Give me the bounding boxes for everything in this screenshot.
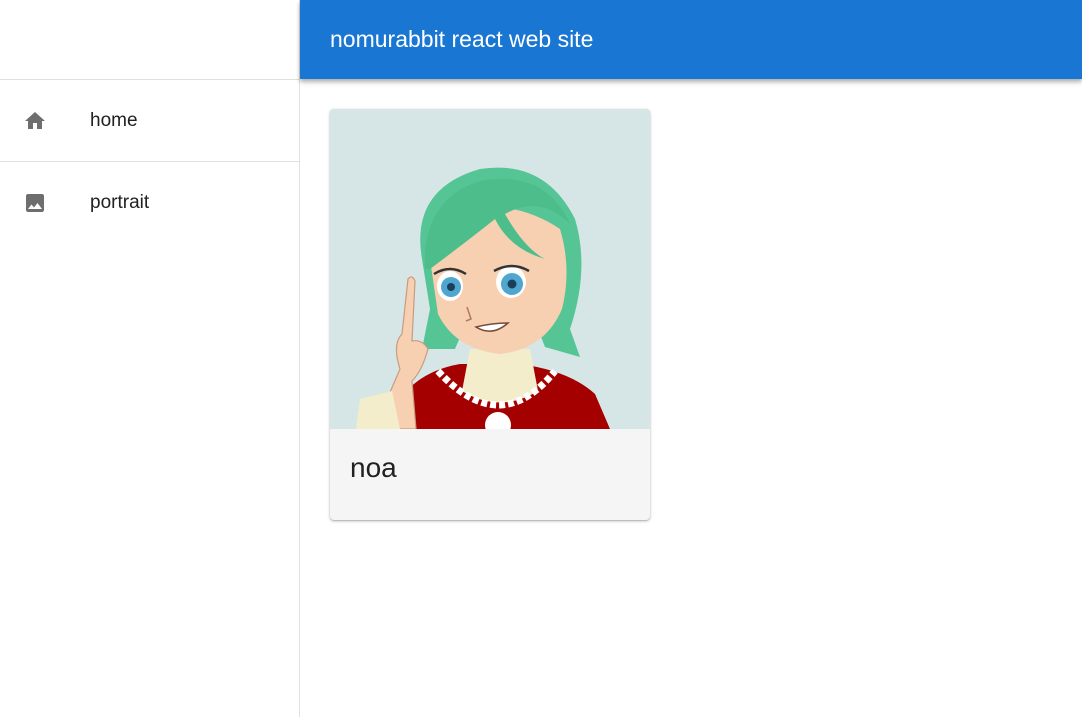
portrait-image bbox=[330, 109, 650, 429]
sidebar-item-label: portrait bbox=[90, 191, 150, 213]
portrait-card[interactable]: noa bbox=[330, 109, 650, 520]
main-content: noa bbox=[300, 79, 1082, 717]
app-bar: nomurabbit react web site bbox=[300, 0, 1082, 79]
image-icon bbox=[23, 191, 47, 215]
app-root: home portrait nomurabbit react web site bbox=[0, 0, 1082, 717]
card-title: noa bbox=[350, 452, 397, 483]
sidebar-drawer: home portrait bbox=[0, 0, 300, 717]
home-icon bbox=[23, 109, 47, 133]
sidebar-item-label: home bbox=[90, 109, 138, 131]
sidebar-item-home[interactable]: home bbox=[0, 80, 299, 162]
page-title: nomurabbit react web site bbox=[330, 26, 594, 52]
sidebar-item-portrait[interactable]: portrait bbox=[0, 162, 299, 243]
sidebar-header-spacer bbox=[0, 0, 299, 80]
